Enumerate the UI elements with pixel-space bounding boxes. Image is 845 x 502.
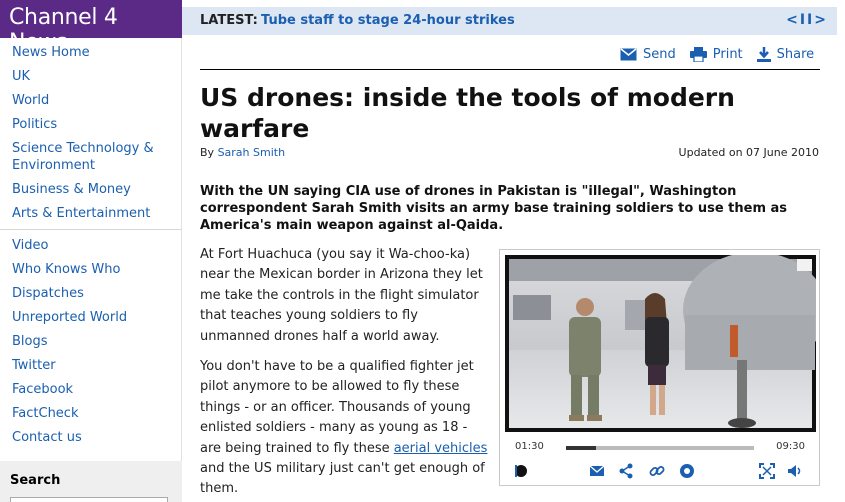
latest-headline-link[interactable]: Tube staff to stage 24-hour strikes	[261, 13, 515, 28]
sidebar-item-unreported-world[interactable]: Unreported World	[12, 309, 181, 326]
sidebar-item-science[interactable]: Science Technology & Environment	[12, 140, 162, 174]
author-link[interactable]: Sarah Smith	[218, 146, 286, 159]
email-video-icon[interactable]	[588, 462, 606, 480]
share-label: Share	[776, 46, 815, 62]
video-frame[interactable]	[505, 255, 816, 432]
share-video-icon[interactable]	[617, 462, 635, 480]
video-still-image	[505, 255, 816, 432]
sidebar-item-world[interactable]: World	[12, 92, 181, 109]
channel4-logo[interactable]: Channel 4 News	[0, 0, 182, 55]
byline-prefix: By	[200, 146, 215, 159]
add-icon[interactable]	[678, 462, 696, 480]
time-total: 09:30	[776, 441, 805, 452]
sidebar-item-factcheck[interactable]: FactCheck	[12, 405, 181, 422]
envelope-icon	[620, 47, 637, 60]
sidebar-nav: News Home UK World Politics Science Tech…	[0, 38, 182, 502]
play-pause-icon[interactable]	[512, 462, 530, 480]
paragraph-1: At Fort Huachuca (you say it Wa-choo-ka)…	[200, 247, 483, 344]
latest-label: LATEST:	[200, 13, 258, 28]
aerial-vehicles-link[interactable]: aerial vehicles	[394, 441, 488, 456]
fullscreen-icon[interactable]	[758, 462, 776, 480]
sidebar-item-dispatches[interactable]: Dispatches	[12, 285, 181, 302]
search-label: Search	[10, 473, 61, 488]
video-progress-bar[interactable]	[566, 446, 754, 450]
updated-date: Updated on 07 June 2010	[678, 146, 819, 159]
video-progress-fill	[566, 446, 597, 450]
sidebar-item-business[interactable]: Business & Money	[12, 181, 181, 198]
article-standfirst: With the UN saying CIA use of drones in …	[200, 184, 788, 233]
sidebar-item-blogs[interactable]: Blogs	[12, 333, 181, 350]
latest-ticker: LATEST: Tube staff to stage 24-hour stri…	[182, 7, 837, 35]
paragraph-2: You don't have to be a qualified fighter…	[200, 357, 488, 500]
print-label: Print	[712, 46, 743, 62]
search-panel: Search	[0, 461, 182, 502]
nav-group-more: Video Who Knows Who Dispatches Unreporte…	[0, 235, 181, 446]
sidebar-item-facebook[interactable]: Facebook	[12, 381, 181, 398]
link-icon[interactable]	[648, 462, 666, 480]
paragraph-2-end: and the US military just can't get enoug…	[200, 461, 485, 497]
byline: By Sarah Smith	[200, 146, 285, 159]
send-button[interactable]: Send	[620, 47, 676, 62]
ticker-controls[interactable]: <II>	[786, 12, 828, 28]
article-title: US drones: inside the tools of modern wa…	[200, 83, 735, 143]
printer-icon	[689, 46, 707, 62]
header-divider	[200, 69, 820, 70]
sidebar-item-video[interactable]: Video	[12, 237, 181, 254]
video-controls	[500, 462, 821, 482]
sidebar-divider	[0, 229, 182, 230]
article-toolbar: Send Print Share	[620, 44, 814, 64]
send-label: Send	[643, 46, 676, 62]
print-button[interactable]: Print	[689, 46, 743, 62]
sidebar-item-arts[interactable]: Arts & Entertainment	[12, 205, 181, 222]
sidebar-item-politics[interactable]: Politics	[12, 116, 181, 133]
sidebar-item-who-knows-who[interactable]: Who Knows Who	[12, 261, 181, 278]
sidebar-item-news-home[interactable]: News Home	[12, 44, 181, 61]
article-body: At Fort Huachuca (you say it Wa-choo-ka)…	[200, 245, 488, 502]
video-player: 01:30 09:30	[499, 249, 820, 486]
sidebar-item-twitter[interactable]: Twitter	[12, 357, 181, 374]
sidebar-item-contact-us[interactable]: Contact us	[12, 429, 181, 446]
time-elapsed: 01:30	[515, 441, 544, 452]
download-arrow-icon	[756, 46, 771, 62]
volume-icon[interactable]	[786, 462, 804, 480]
nav-group-sections: News Home UK World Politics Science Tech…	[0, 38, 181, 222]
share-button[interactable]: Share	[756, 46, 815, 62]
search-input[interactable]	[10, 497, 168, 502]
sidebar-item-uk[interactable]: UK	[12, 68, 181, 85]
